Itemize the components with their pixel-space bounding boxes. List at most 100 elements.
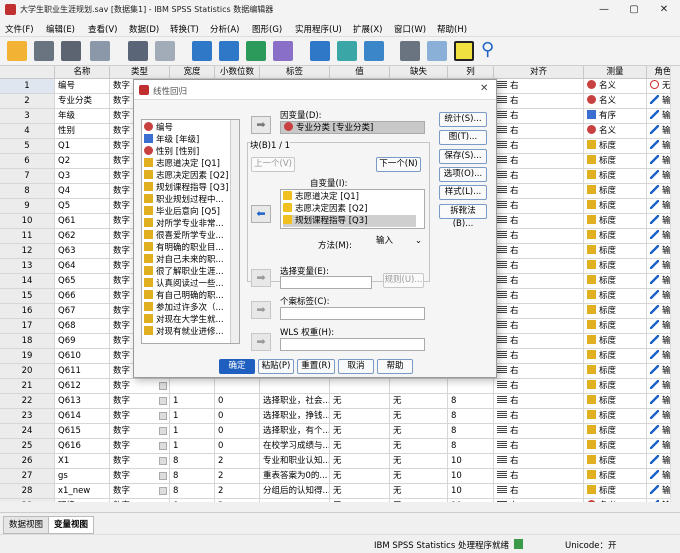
cell-measure[interactable]: 标度 bbox=[584, 334, 647, 349]
redo-icon[interactable] bbox=[155, 41, 175, 61]
cell-role[interactable]: 输入 bbox=[647, 424, 670, 439]
cell-n[interactable]: 9 bbox=[0, 199, 55, 214]
variable-list-scrollbar[interactable] bbox=[230, 120, 239, 343]
menu-10[interactable]: 帮助(H) bbox=[437, 23, 467, 35]
variable-item[interactable]: 很了解职业生涯... bbox=[144, 266, 224, 278]
cell-values[interactable]: 无 bbox=[330, 394, 390, 409]
cell-n[interactable]: 6 bbox=[0, 154, 55, 169]
cell-name[interactable]: Q63 bbox=[55, 244, 110, 259]
cell-dec[interactable]: 2 bbox=[215, 484, 260, 499]
cell-measure[interactable]: 标度 bbox=[584, 229, 647, 244]
variable-item[interactable]: 认真阅读过一些... bbox=[144, 278, 224, 290]
cell-align[interactable]: 右 bbox=[494, 154, 584, 169]
menu-2[interactable]: 查看(V) bbox=[88, 23, 117, 35]
header-width[interactable]: 宽度 bbox=[170, 66, 215, 79]
cell-missing[interactable]: 无 bbox=[390, 484, 448, 499]
cell-align[interactable]: 右 bbox=[494, 109, 584, 124]
help-button[interactable]: 帮助 bbox=[377, 359, 413, 374]
cell-measure[interactable]: 标度 bbox=[584, 214, 647, 229]
cell-role[interactable]: 输入 bbox=[647, 124, 670, 139]
weight-cases-icon[interactable] bbox=[400, 41, 420, 61]
cell-values[interactable]: 无 bbox=[330, 484, 390, 499]
table-row[interactable]: 22Q613数字10选择职业，社会...无无8右标度输入 bbox=[0, 394, 670, 409]
cell-name[interactable]: Q62 bbox=[55, 229, 110, 244]
cell-name[interactable]: Q1 bbox=[55, 139, 110, 154]
cell-name[interactable]: Q69 bbox=[55, 334, 110, 349]
split-file-icon[interactable] bbox=[364, 41, 384, 61]
cell-cols[interactable]: 10 bbox=[448, 454, 494, 469]
paste-button[interactable]: 粘贴(P) bbox=[258, 359, 294, 374]
cell-role[interactable]: 输入 bbox=[647, 274, 670, 289]
bootstrap-button[interactable]: 拆靴法(B)... bbox=[439, 204, 487, 229]
variable-item[interactable]: 参加过许多次（... bbox=[144, 302, 224, 314]
open-folder-icon[interactable] bbox=[7, 41, 27, 61]
insert-variable-icon[interactable] bbox=[337, 41, 357, 61]
cell-role[interactable]: 输入 bbox=[647, 319, 670, 334]
cell-width[interactable]: 8 bbox=[170, 484, 215, 499]
save-button[interactable]: 保存(S)... bbox=[439, 149, 487, 164]
cell-align[interactable]: 右 bbox=[494, 379, 584, 394]
type-picker-button[interactable] bbox=[159, 382, 167, 390]
move-to-independent-button[interactable]: ⬅ bbox=[251, 205, 271, 223]
cell-role[interactable]: 输入 bbox=[647, 439, 670, 454]
cell-align[interactable]: 右 bbox=[494, 409, 584, 424]
cell-n[interactable]: 18 bbox=[0, 334, 55, 349]
cell-type[interactable]: 数字 bbox=[110, 424, 170, 439]
cell-measure[interactable]: 标度 bbox=[584, 409, 647, 424]
cell-align[interactable]: 右 bbox=[494, 454, 584, 469]
cell-align[interactable]: 右 bbox=[494, 169, 584, 184]
cell-width[interactable]: 8 bbox=[170, 469, 215, 484]
run-descriptive-icon[interactable] bbox=[273, 41, 293, 61]
cell-type[interactable]: 数字 bbox=[110, 409, 170, 424]
cell-measure[interactable]: 标度 bbox=[584, 199, 647, 214]
cell-measure[interactable]: 名义 bbox=[584, 94, 647, 109]
cell-align[interactable]: 右 bbox=[494, 484, 584, 499]
cell-name[interactable]: Q612 bbox=[55, 379, 110, 394]
cell-name[interactable]: Q2 bbox=[55, 154, 110, 169]
cell-role[interactable]: 输入 bbox=[647, 289, 670, 304]
rule-button[interactable]: 规则(U)... bbox=[383, 273, 424, 288]
wls-field[interactable] bbox=[280, 338, 425, 351]
source-variable-list[interactable]: 编号 年级 [年级] 性别 [性别] 志愿道决定 [Q1] 志愿决定因素 [Q2] 规划课… bbox=[141, 119, 240, 344]
cell-type[interactable]: 数字 bbox=[110, 379, 170, 394]
cell-measure[interactable]: 标度 bbox=[584, 139, 647, 154]
cell-measure[interactable]: 标度 bbox=[584, 154, 647, 169]
cell-measure[interactable]: 标度 bbox=[584, 364, 647, 379]
cell-n[interactable]: 16 bbox=[0, 304, 55, 319]
method-select[interactable]: 输入 ⌄ bbox=[373, 236, 425, 249]
cell-cols[interactable]: 8 bbox=[448, 394, 494, 409]
cell-name[interactable]: Q66 bbox=[55, 289, 110, 304]
header-values[interactable]: 值 bbox=[330, 66, 390, 79]
variable-item[interactable]: 很喜爱所学专业... bbox=[144, 230, 224, 242]
minimize-button[interactable]: — bbox=[590, 2, 618, 18]
cell-name[interactable]: x1_new bbox=[55, 484, 110, 499]
cell-measure[interactable]: 标度 bbox=[584, 349, 647, 364]
cell-align[interactable]: 右 bbox=[494, 274, 584, 289]
cell-cols[interactable]: 8 bbox=[448, 424, 494, 439]
style-button[interactable]: 样式(L)... bbox=[439, 185, 487, 200]
recall-dialog-icon[interactable] bbox=[90, 41, 110, 61]
cell-measure[interactable]: 标度 bbox=[584, 184, 647, 199]
type-picker-button[interactable] bbox=[159, 472, 167, 480]
type-picker-button[interactable] bbox=[159, 427, 167, 435]
header-missing[interactable]: 缺失 bbox=[390, 66, 448, 79]
reset-button[interactable]: 重置(R) bbox=[297, 359, 335, 374]
cell-missing[interactable]: 无 bbox=[390, 424, 448, 439]
cell-measure[interactable]: 标度 bbox=[584, 439, 647, 454]
cell-width[interactable]: 1 bbox=[170, 394, 215, 409]
cell-dec[interactable]: 0 bbox=[215, 424, 260, 439]
dependent-field[interactable]: 专业分类 [专业分类] bbox=[280, 121, 425, 134]
cell-role[interactable]: 输入 bbox=[647, 409, 670, 424]
print-icon[interactable] bbox=[61, 41, 81, 61]
cell-dec[interactable]: 2 bbox=[215, 469, 260, 484]
cell-align[interactable]: 右 bbox=[494, 469, 584, 484]
header-decimals[interactable]: 小数位数 bbox=[215, 66, 260, 79]
table-row[interactable]: 25Q616数字10在校学习成绩与...无无8右标度输入 bbox=[0, 439, 670, 454]
cell-role[interactable]: 输入 bbox=[647, 184, 670, 199]
ok-button[interactable]: 确定 bbox=[219, 359, 255, 374]
cell-type[interactable]: 数字 bbox=[110, 439, 170, 454]
cell-label[interactable]: 在校学习成绩与... bbox=[260, 439, 330, 454]
header-role[interactable]: 角色 bbox=[647, 66, 670, 79]
header-type[interactable]: 类型 bbox=[110, 66, 170, 79]
cell-n[interactable]: 21 bbox=[0, 379, 55, 394]
